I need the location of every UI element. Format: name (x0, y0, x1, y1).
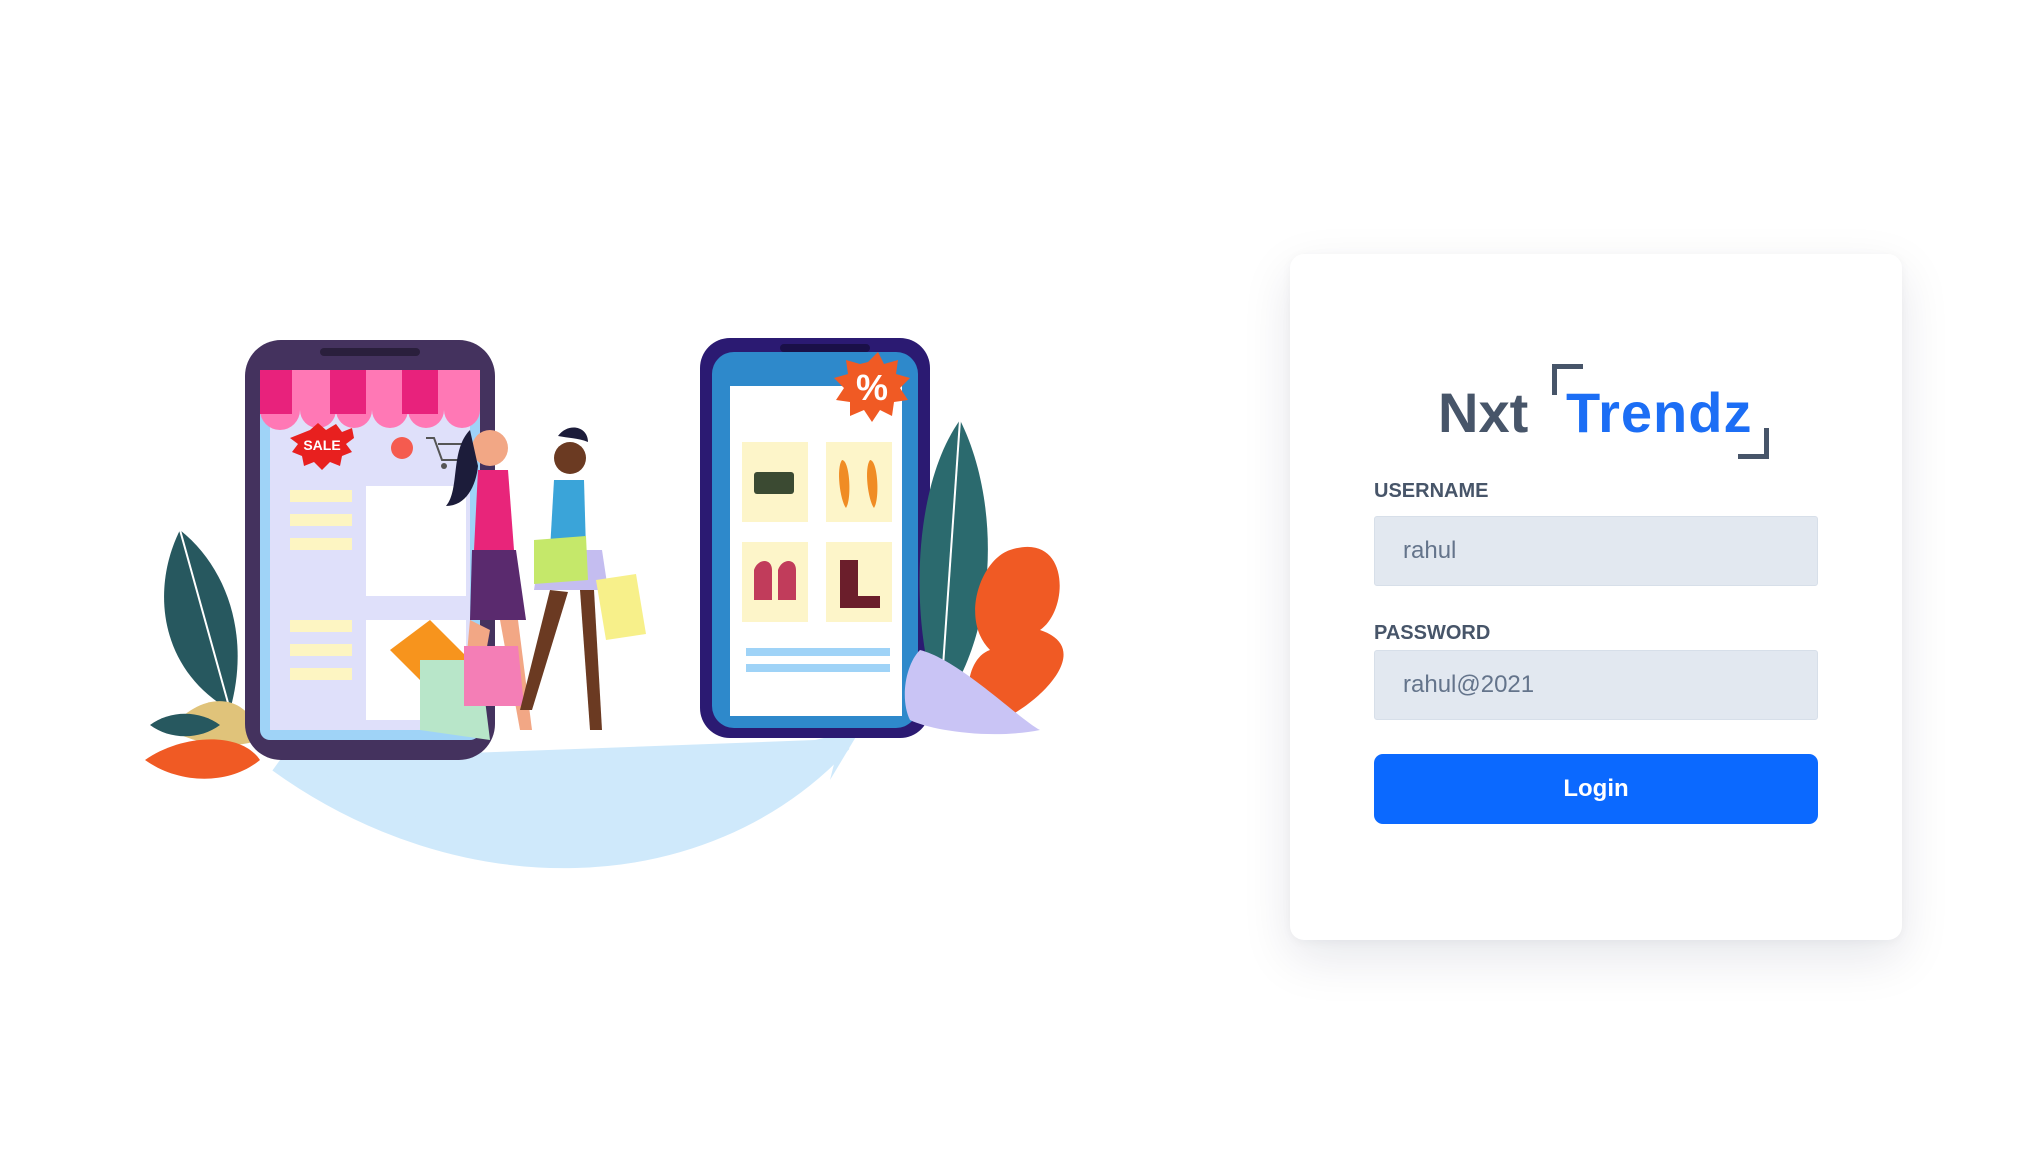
password-input[interactable] (1374, 650, 1818, 720)
brand-logo: Nxt Trendz (1438, 364, 1778, 460)
left-leaves-icon (145, 529, 260, 779)
username-input[interactable] (1374, 516, 1818, 586)
shop-phone-icon: % (700, 338, 930, 738)
login-button[interactable]: Login (1374, 754, 1818, 824)
username-label: USERNAME (1374, 480, 1489, 502)
discount-badge: % (856, 367, 888, 408)
brand-name-trendz: Trendz (1566, 381, 1753, 444)
sale-badge: SALE (303, 437, 340, 453)
shopping-illustration: SALE % (145, 338, 1064, 868)
brand-name-nxt: Nxt (1438, 381, 1529, 444)
password-label: PASSWORD (1374, 622, 1491, 644)
logo-bracket-icon (1738, 428, 1769, 459)
login-card: Nxt Trendz USERNAME PASSWORD Login (1290, 254, 1902, 940)
